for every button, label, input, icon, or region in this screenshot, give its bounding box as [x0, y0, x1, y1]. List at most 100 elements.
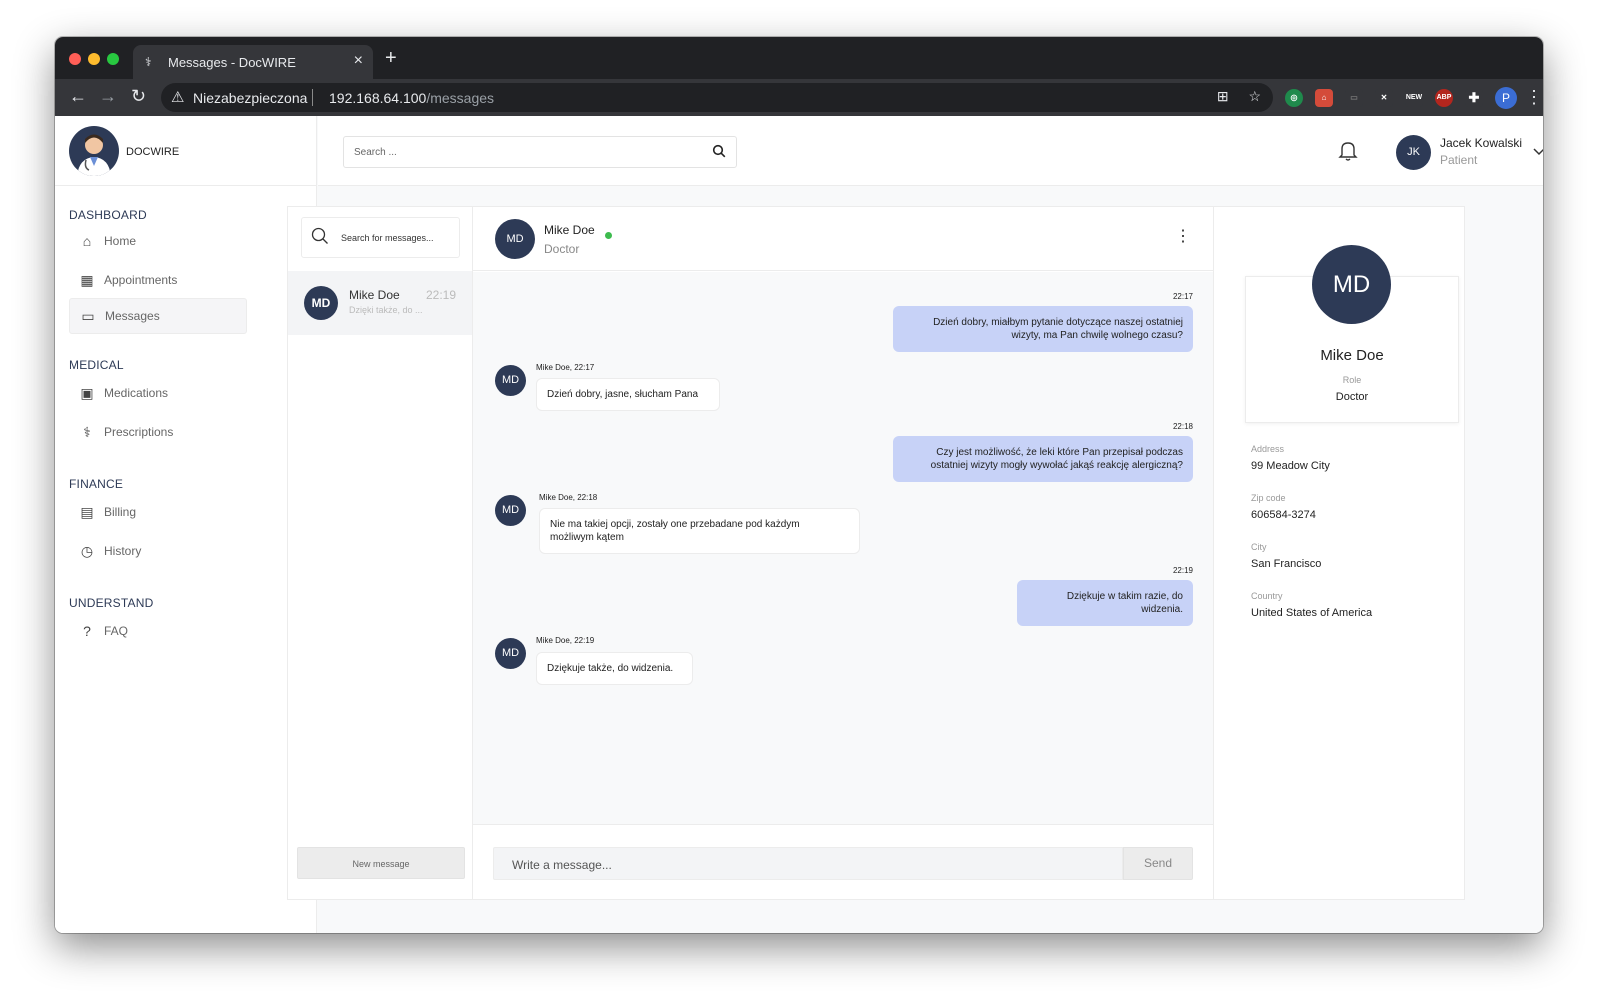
sidebar-item-appointments[interactable]: ▦ Appointments	[69, 263, 247, 299]
sidebar-item-prescriptions[interactable]: ⚕ Prescriptions	[69, 415, 247, 451]
section-medical: MEDICAL	[69, 358, 124, 372]
extension-window-icon[interactable]: ▭	[1345, 89, 1363, 107]
search-placeholder: Search ...	[354, 147, 397, 158]
chat-contact-name: Mike Doe	[544, 223, 595, 237]
online-status-icon	[605, 232, 612, 239]
search-icon	[311, 227, 329, 250]
doctor-logo-icon[interactable]	[69, 126, 119, 176]
search-icon[interactable]	[712, 144, 726, 161]
message-input-placeholder: Write a message...	[512, 858, 612, 872]
monitor-icon: ▣	[80, 385, 94, 401]
reload-icon[interactable]: ↻	[131, 86, 146, 106]
brand-name: DOCWIRE	[126, 146, 180, 158]
avatar: MD	[304, 286, 338, 320]
message-bubble-outgoing: Czy jest możliwość, że leki które Pan pr…	[893, 436, 1193, 482]
extension-green-icon[interactable]: ◎	[1285, 89, 1303, 107]
message-time: 22:18	[1172, 422, 1193, 431]
url-text[interactable]: 192.168.64.100/messages	[329, 90, 494, 106]
browser-menu-icon[interactable]: ⋮	[1525, 87, 1543, 107]
sidebar-item-history[interactable]: ◷ History	[69, 534, 247, 570]
translate-icon[interactable]: ⊞	[1217, 88, 1229, 104]
message-line: widzenia.	[1141, 604, 1183, 615]
extension-close-icon[interactable]: ✕	[1375, 89, 1393, 107]
message-line: możliwym kątem	[550, 532, 624, 543]
omnibox-actions: ⊞ ☆	[1217, 88, 1261, 105]
warning-icon: ⚠	[171, 89, 185, 106]
conversation-search-input[interactable]: Search for messages...	[301, 217, 460, 258]
sidebar-item-label: Medications	[104, 386, 169, 400]
message-meta: Mike Doe, 22:17	[536, 363, 595, 372]
message-line: Dzień dobry, miałbym pytanie dotyczące n…	[933, 317, 1183, 328]
doctor-favicon-icon: ⚕	[145, 55, 152, 69]
close-tab-icon[interactable]: ×	[354, 52, 363, 70]
url-separator	[312, 89, 313, 106]
new-message-button[interactable]: New message	[297, 847, 465, 879]
extensions-puzzle-icon[interactable]: ✚	[1465, 89, 1483, 107]
field-value-city: San Francisco	[1251, 558, 1322, 570]
back-arrow-icon[interactable]: ←	[69, 86, 87, 106]
sidebar-item-faq[interactable]: ? FAQ	[69, 614, 247, 650]
avatar: MD	[495, 219, 535, 259]
adblock-icon[interactable]: ABP	[1435, 89, 1453, 107]
message-composer: Write a message... Send	[473, 824, 1213, 899]
contact-profile: MD Mike Doe Role Doctor Address 99 Meado…	[1213, 207, 1464, 899]
conversation-item[interactable]: MD Mike Doe 22:19 Dzięki także, do ...	[288, 271, 472, 335]
browser-tab[interactable]: ⚕ Messages - DocWIRE ×	[133, 45, 373, 79]
notification-bell-icon[interactable]	[1338, 140, 1358, 168]
pill-icon: ⚕	[83, 424, 91, 440]
chevron-down-icon[interactable]	[1532, 144, 1543, 160]
brand-row: DOCWIRE	[55, 116, 317, 186]
sidebar-item-label: Messages	[105, 309, 160, 323]
new-tab-icon[interactable]: +	[385, 48, 397, 68]
conversation-preview: Dzięki także, do ...	[349, 305, 423, 315]
tab-title: Messages - DocWIRE	[168, 55, 296, 70]
sidebar-item-label: Billing	[104, 505, 137, 519]
insecure-label: Niezabezpieczona	[193, 90, 308, 106]
more-options-icon[interactable]: ⋮	[1175, 229, 1191, 245]
conversation-list: Search for messages... MD Mike Doe 22:19…	[288, 207, 473, 899]
minimize-window-button[interactable]	[88, 53, 100, 65]
sidebar-item-home[interactable]: ⌂ Home	[69, 224, 247, 260]
sidebar-item-billing[interactable]: ▤ Billing	[69, 495, 247, 531]
message-bubble-incoming: Nie ma takiej opcji, zostały one przebad…	[539, 508, 860, 554]
bookmark-star-icon[interactable]: ☆	[1248, 88, 1261, 104]
forward-arrow-icon[interactable]: →	[99, 86, 117, 106]
message-line: Dziękuje w takim razie, do	[1066, 591, 1183, 602]
send-button[interactable]: Send	[1123, 847, 1193, 880]
sidebar: DOCWIRE DASHBOARD ⌂ Home ▦ Appointments …	[55, 116, 317, 933]
user-name[interactable]: Jacek Kowalski	[1440, 136, 1522, 150]
extension-new-icon[interactable]: NEW	[1405, 89, 1423, 107]
app: DOCWIRE DASHBOARD ⌂ Home ▦ Appointments …	[55, 116, 1543, 933]
field-label-city: City	[1251, 542, 1267, 552]
calendar-icon: ▦	[80, 272, 94, 288]
field-value-zip: 606584-3274	[1251, 509, 1316, 521]
message-bubble-incoming: Dzień dobry, jasne, słucham Pana	[536, 378, 720, 411]
close-window-button[interactable]	[69, 53, 81, 65]
extension-home-icon[interactable]: ⌂	[1315, 89, 1333, 107]
profile-avatar[interactable]: P	[1495, 87, 1517, 109]
message-meta: Mike Doe, 22:19	[536, 636, 595, 645]
sidebar-item-medications[interactable]: ▣ Medications	[69, 376, 247, 412]
address-bar[interactable]: ⚠ Niezabezpieczona 192.168.64.100/messag…	[161, 83, 1273, 112]
message-line: Dzień dobry, jasne, słucham Pana	[547, 389, 699, 400]
user-avatar[interactable]: JK	[1396, 135, 1431, 170]
message-line: Dziękuje także, do widzenia.	[547, 663, 674, 674]
field-label-country: Country	[1251, 591, 1283, 601]
sidebar-item-label: History	[104, 544, 142, 558]
chat-icon: ▭	[81, 308, 95, 324]
clock-icon: ◷	[80, 543, 94, 559]
question-icon: ?	[83, 623, 91, 639]
conversation-name: Mike Doe	[349, 288, 400, 302]
home-icon: ⌂	[82, 233, 92, 249]
sidebar-item-label: Appointments	[104, 273, 178, 287]
profile-name: Mike Doe	[1320, 347, 1384, 364]
global-search-input[interactable]: Search ...	[343, 136, 737, 168]
sidebar-item-label: Prescriptions	[104, 425, 174, 439]
maximize-window-button[interactable]	[107, 53, 119, 65]
message-input[interactable]: Write a message...	[493, 847, 1123, 880]
message-bubble-outgoing: Dzień dobry, miałbym pytanie dotyczące n…	[893, 306, 1193, 352]
url-host: 192.168.64.100	[329, 90, 427, 106]
message-bubble-outgoing: Dziękuje w takim razie, do widzenia.	[1017, 580, 1193, 626]
sidebar-item-messages[interactable]: ▭ Messages	[69, 298, 247, 334]
message-meta: Mike Doe, 22:18	[539, 493, 598, 502]
